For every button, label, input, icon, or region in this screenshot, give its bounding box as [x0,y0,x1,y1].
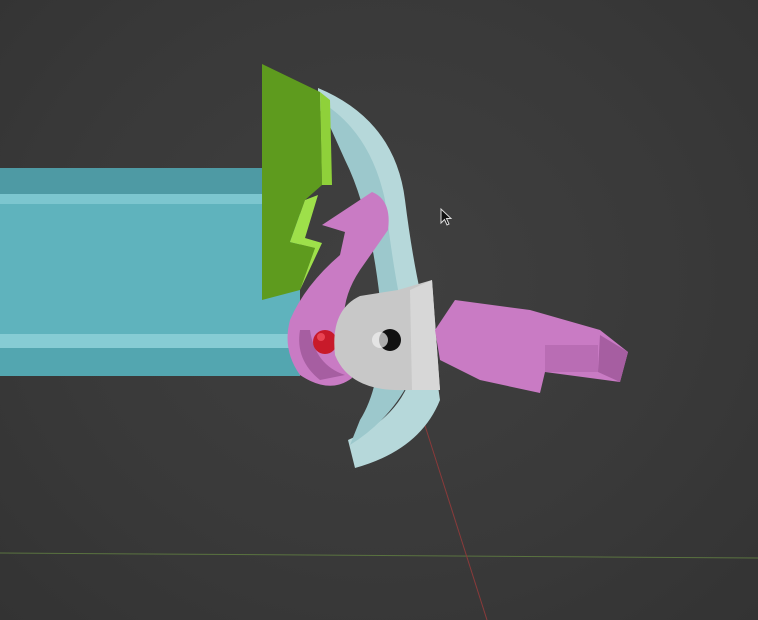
x-axis-line [419,409,488,620]
3d-viewport[interactable] [0,0,758,620]
hinge-hole-highlight [372,332,388,348]
green-plate[interactable] [262,64,332,300]
scene[interactable] [0,0,758,620]
purple-lever[interactable] [435,300,628,393]
y-axis-line [0,552,758,559]
teal-channel[interactable] [0,168,300,376]
red-ball-highlight [317,333,325,341]
red-ball[interactable] [313,330,337,354]
arrow-cursor-icon [440,207,453,226]
gray-hinge[interactable] [334,280,440,391]
